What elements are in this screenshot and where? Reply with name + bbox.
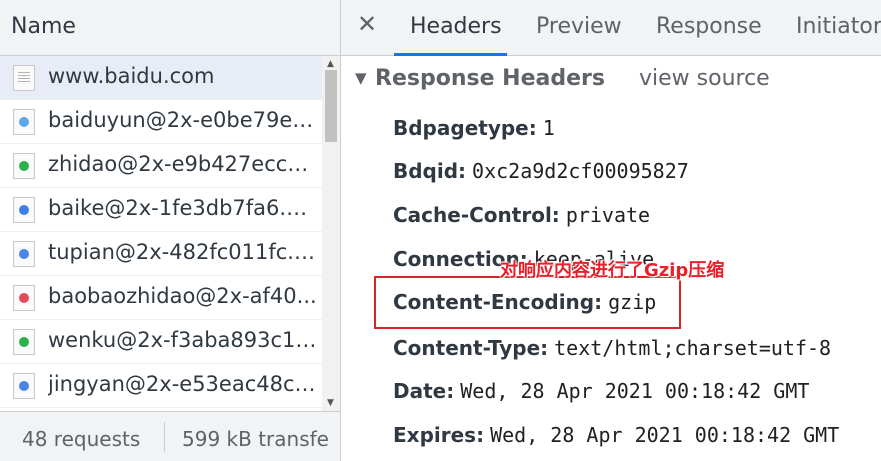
header-value: private [565, 203, 651, 227]
transferred-size: 599 kB transfe [182, 427, 329, 451]
status-divider [164, 422, 165, 452]
header-value: Wed, 28 Apr 2021 00:18:42 GMT [460, 379, 810, 403]
request-name: zhidao@2x-e9b427ecc4.... [48, 152, 320, 176]
view-source-link[interactable]: view source [639, 66, 770, 91]
header-key: Expires: [393, 423, 485, 447]
image-icon [13, 153, 35, 179]
request-name: baike@2x-1fe3db7fa6.png [48, 196, 320, 220]
header-key: Bdpagetype: [393, 116, 537, 140]
image-icon [13, 241, 35, 267]
tab-headers[interactable]: Headers [410, 14, 502, 39]
scroll-up-icon[interactable]: ▲ [327, 59, 334, 69]
request-name: wenku@2x-f3aba893c1.... [48, 328, 320, 352]
request-row[interactable]: zhidao@2x-e9b427ecc4.... [0, 144, 322, 188]
name-column-label: Name [11, 14, 76, 39]
status-bar: 48 requests 599 kB transfe [0, 411, 340, 461]
name-column-header[interactable]: Name [0, 0, 340, 56]
request-name: baobaozhidao@2x-af40... [48, 284, 317, 308]
request-row[interactable]: tupian@2x-482fc011fc.p... [0, 232, 322, 276]
annotation-highlight-box [374, 276, 681, 329]
request-name: jingyan@2x-e53eac48cb... [48, 372, 320, 396]
scroll-down-icon[interactable]: ▼ [327, 398, 334, 408]
header-value: Wed, 28 Apr 2021 00:18:42 GMT [490, 423, 840, 447]
header-row: Bdqid: 0xc2a9d2cf00095827 [393, 159, 689, 189]
header-value: text/html;charset=utf-8 [554, 336, 832, 360]
image-icon [13, 329, 35, 355]
header-row: Bdpagetype: 1 [393, 116, 555, 146]
header-row: Cache-Control: private [393, 203, 650, 233]
header-value: 1 [542, 116, 555, 140]
image-icon [13, 285, 35, 311]
request-list-panel: Name www.baidu.com baiduyun@2x-e0be79e6.… [0, 0, 341, 461]
header-row: Date: Wed, 28 Apr 2021 00:18:42 GMT [393, 379, 809, 409]
image-icon [13, 109, 35, 135]
detail-tab-bar: ✕ Headers Preview Response Initiator [341, 0, 881, 56]
tab-initiator[interactable]: Initiator [796, 14, 881, 39]
active-tab-indicator [394, 53, 507, 56]
header-key: Date: [393, 379, 455, 403]
request-name: www.baidu.com [48, 64, 215, 88]
request-row[interactable]: baiduyun@2x-e0be79e6... [0, 100, 322, 144]
close-icon[interactable]: ✕ [357, 10, 377, 38]
image-icon [13, 373, 35, 399]
header-row: Expires: Wed, 28 Apr 2021 00:18:42 GMT [393, 423, 839, 453]
collapse-triangle-icon[interactable]: ▼ [355, 69, 367, 87]
response-headers-section[interactable]: ▼ Response Headers view source [355, 66, 875, 96]
document-icon [13, 65, 35, 91]
annotation-text: 对响应内容进行了Gzip压缩 [500, 260, 725, 281]
request-list-scrollbar[interactable]: ▲ ▼ [322, 56, 340, 411]
header-value: 0xc2a9d2cf00095827 [472, 159, 689, 183]
header-key: Content-Type: [393, 336, 549, 360]
section-title[interactable]: Response Headers [375, 66, 605, 91]
request-name: baiduyun@2x-e0be79e6... [48, 108, 320, 132]
request-list: www.baidu.com baiduyun@2x-e0be79e6... zh… [0, 56, 322, 411]
header-row: Content-Type: text/html;charset=utf-8 [393, 336, 831, 366]
request-row[interactable]: wenku@2x-f3aba893c1.... [0, 320, 322, 364]
request-row[interactable]: jingyan@2x-e53eac48cb... [0, 364, 322, 408]
image-icon [13, 197, 35, 223]
request-row[interactable]: www.baidu.com [0, 56, 322, 100]
scrollbar-thumb[interactable] [325, 70, 337, 142]
header-key: Bdqid: [393, 159, 467, 183]
request-name: tupian@2x-482fc011fc.p... [48, 240, 320, 264]
request-row[interactable]: baobaozhidao@2x-af40... [0, 276, 322, 320]
tab-response[interactable]: Response [656, 14, 762, 39]
request-count: 48 requests [22, 427, 141, 451]
request-row[interactable]: baike@2x-1fe3db7fa6.png [0, 188, 322, 232]
header-key: Cache-Control: [393, 203, 560, 227]
tab-preview[interactable]: Preview [536, 14, 622, 39]
